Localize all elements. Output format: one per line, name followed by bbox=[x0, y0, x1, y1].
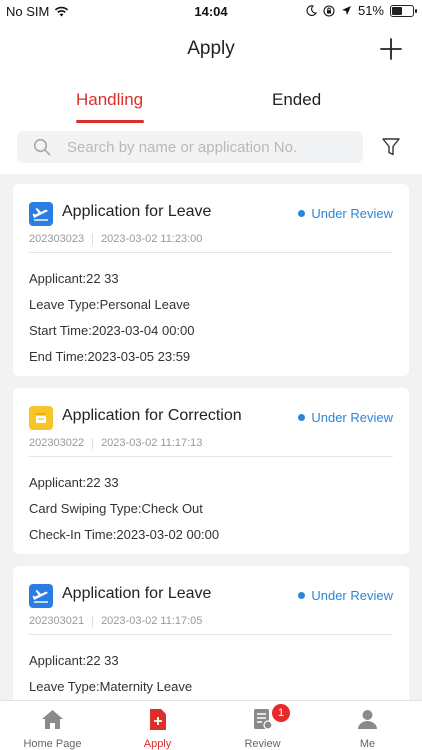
application-list: Application for Leave Under Review 20230… bbox=[0, 174, 422, 700]
tab-handling[interactable]: Handling bbox=[76, 90, 143, 110]
application-meta: 202303023 2023-03-02 11:23:00 bbox=[29, 233, 202, 245]
review-icon bbox=[254, 709, 273, 730]
status-label: Under Review bbox=[311, 206, 393, 221]
nav-label: Me bbox=[359, 738, 376, 750]
detail-card-swiping-type: Card Swiping Type:Check Out bbox=[29, 501, 203, 516]
detail-applicant: Applicant:22 33 bbox=[29, 475, 119, 490]
moon-icon bbox=[306, 5, 317, 16]
nav-label: Home Page bbox=[23, 738, 82, 750]
notification-badge: 1 bbox=[272, 704, 290, 722]
application-time: 2023-03-02 11:17:05 bbox=[101, 615, 203, 627]
search-box bbox=[17, 131, 363, 163]
active-tab-indicator bbox=[76, 120, 144, 123]
nav-review[interactable]: 1 Review bbox=[210, 701, 315, 750]
status-badge: Under Review bbox=[298, 588, 393, 603]
app-header: Apply bbox=[0, 24, 422, 76]
status-dot bbox=[298, 210, 306, 217]
application-time: 2023-03-02 11:17:13 bbox=[101, 437, 203, 449]
meta-divider bbox=[92, 437, 94, 449]
application-title: Application for Correction bbox=[62, 407, 242, 424]
application-meta: 202303021 2023-03-02 11:17:05 bbox=[29, 615, 202, 627]
status-badge: Under Review bbox=[298, 410, 393, 425]
battery-percent: 51% bbox=[357, 3, 384, 18]
user-icon bbox=[358, 710, 377, 729]
bottom-nav: Home Page Apply 1 Review Me bbox=[0, 700, 422, 750]
status-label: Under Review bbox=[311, 410, 393, 425]
meta-divider bbox=[92, 615, 94, 627]
application-title: Application for Leave bbox=[62, 203, 212, 220]
page-title: Apply bbox=[187, 38, 235, 59]
card-divider bbox=[29, 252, 393, 253]
detail-applicant: Applicant:22 33 bbox=[29, 653, 119, 668]
application-number: 202303022 bbox=[29, 437, 85, 449]
detail-leave-type: Leave Type:Personal Leave bbox=[29, 297, 190, 312]
status-bar: No SIM 14:04 51% bbox=[0, 0, 422, 24]
card-divider bbox=[29, 634, 393, 635]
application-number: 202303023 bbox=[29, 233, 85, 245]
detail-leave-type: Leave Type:Maternity Leave bbox=[29, 679, 193, 694]
detail-applicant: Applicant:22 33 bbox=[29, 271, 119, 286]
search-row bbox=[0, 126, 422, 174]
status-badge: Under Review bbox=[298, 206, 393, 221]
detail-end-time: End Time:2023-03-05 23:59 bbox=[29, 349, 191, 364]
status-dot bbox=[298, 592, 306, 599]
location-icon bbox=[341, 6, 351, 15]
nav-label: Review bbox=[244, 738, 281, 750]
card-divider bbox=[29, 456, 393, 457]
application-time: 2023-03-02 11:23:00 bbox=[101, 233, 203, 245]
battery-level bbox=[392, 6, 403, 15]
detail-check-in-time: Check-In Time:2023-03-02 00:00 bbox=[29, 527, 220, 542]
leave-plane-icon bbox=[29, 584, 53, 608]
status-label: Under Review bbox=[311, 588, 393, 603]
application-number: 202303021 bbox=[29, 615, 85, 627]
application-card[interactable]: Application for Leave Under Review 20230… bbox=[13, 566, 409, 700]
tab-bar: Handling Ended bbox=[0, 76, 422, 126]
nav-apply[interactable]: Apply bbox=[105, 701, 210, 750]
meta-divider bbox=[92, 233, 94, 245]
application-title: Application for Leave bbox=[62, 585, 212, 602]
battery-icon bbox=[390, 4, 417, 17]
add-icon[interactable] bbox=[378, 36, 404, 62]
application-card[interactable]: Application for Correction Under Review … bbox=[13, 388, 409, 554]
leave-plane-icon bbox=[29, 202, 53, 226]
correction-calendar-icon bbox=[29, 406, 53, 430]
application-card[interactable]: Application for Leave Under Review 20230… bbox=[13, 184, 409, 376]
application-meta: 202303022 2023-03-02 11:17:13 bbox=[29, 437, 202, 449]
status-dot bbox=[298, 414, 306, 421]
nav-me[interactable]: Me bbox=[315, 701, 420, 750]
search-icon bbox=[33, 138, 51, 156]
nav-home[interactable]: Home Page bbox=[0, 701, 105, 750]
home-icon bbox=[42, 710, 63, 729]
filter-icon[interactable] bbox=[382, 137, 400, 157]
rotation-lock-icon bbox=[323, 4, 335, 17]
apply-icon bbox=[150, 709, 166, 730]
detail-start-time: Start Time:2023-03-04 00:00 bbox=[29, 323, 195, 338]
search-input[interactable] bbox=[67, 131, 357, 163]
nav-label: Apply bbox=[143, 738, 172, 750]
tab-ended[interactable]: Ended bbox=[272, 90, 321, 110]
